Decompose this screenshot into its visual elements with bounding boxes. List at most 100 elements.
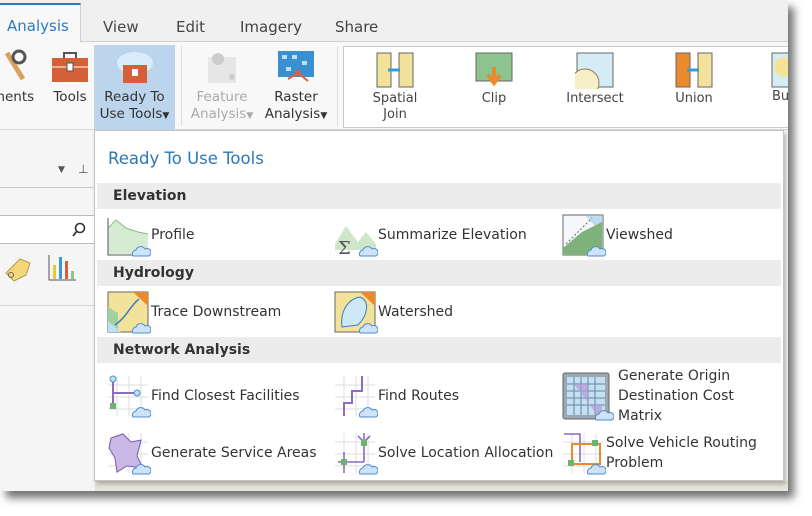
dropdown-arrow-icon: ▼ (246, 111, 254, 121)
tools-gallery: Spatial Join Clip Intersect Union Bu (343, 46, 788, 128)
environments-label: ments (0, 89, 35, 105)
toolbox-icon (52, 52, 88, 82)
pane-header: ▼ ⊥ (0, 158, 95, 188)
map-view[interactable] (95, 481, 788, 491)
spatial-join-icon (376, 52, 414, 88)
tool-profile[interactable]: Profile (107, 212, 332, 258)
tool-solve-vehicle-routing-problem[interactable]: Solve Vehicle Routing Problem (562, 430, 782, 476)
tag-icon[interactable] (2, 253, 32, 283)
summarize-elevation-icon: Σ (334, 214, 378, 259)
tool-label: Generate Service Areas (151, 445, 317, 461)
tool-trace-downstream[interactable]: Trace Downstream (107, 289, 332, 335)
search-icon[interactable] (72, 222, 86, 237)
cloud-icon (358, 246, 378, 257)
tools-label: Tools (53, 89, 87, 105)
tool-viewshed[interactable]: Viewshed (562, 212, 787, 258)
union-label: Union (675, 91, 713, 106)
tool-generate-service-areas[interactable]: Generate Service Areas (107, 430, 332, 476)
ready-to-use-tools-button[interactable]: Ready To Use Tools▼ (94, 45, 175, 130)
raster-analysis-button[interactable]: Raster Analysis▼ (260, 45, 332, 125)
cloud-icon (131, 323, 151, 334)
tab-share[interactable]: Share (335, 18, 378, 36)
tools-button[interactable]: Tools (48, 45, 92, 106)
tool-label: Watershed (378, 304, 454, 320)
tool-label: Find Closest Facilities (151, 388, 300, 404)
tool-label: Generate Origin Destination Cost Matrix (618, 368, 734, 424)
dropdown-arrow-icon: ▼ (320, 111, 328, 121)
od-cost-matrix-icon (562, 372, 614, 421)
pane-menu-arrow-icon[interactable]: ▼ (58, 165, 65, 175)
buffer-button[interactable]: Bu (764, 51, 788, 105)
wrench-icon (4, 49, 27, 81)
cloud-icon (358, 464, 378, 475)
search-input[interactable] (0, 215, 95, 244)
tool-find-routes[interactable]: Find Routes (334, 373, 559, 419)
trace-downstream-icon (107, 291, 151, 334)
tool-solve-location-allocation[interactable]: Solve Location Allocation (334, 430, 559, 476)
cloud-icon (131, 407, 151, 418)
tool-generate-od-cost-matrix[interactable]: Generate Origin Destination Cost Matrix (562, 368, 782, 424)
cloud-icon (586, 464, 606, 475)
spatial-join-label-1: Spatial (372, 91, 418, 106)
feature-analysis-icon (208, 53, 236, 83)
chart-icon[interactable] (47, 253, 77, 283)
cloud-icon (594, 410, 614, 421)
tab-analysis[interactable]: Analysis (0, 3, 81, 43)
spatial-join-label-2: Join (383, 107, 407, 122)
intersect-icon (575, 52, 614, 89)
clip-button[interactable]: Clip (464, 51, 524, 107)
tool-label: Solve Vehicle Routing Problem (606, 435, 757, 471)
app-window: Analysis View Edit Imagery Share ments T… (0, 0, 788, 491)
buffer-label: Bu (772, 89, 788, 104)
tab-imagery[interactable]: Imagery (240, 18, 302, 36)
feature-analysis-label-2: Analysis (190, 106, 247, 122)
cloud-icon (131, 246, 151, 257)
ready-to-use-label-2: Use Tools (99, 106, 163, 122)
raster-analysis-label-1: Raster (274, 89, 318, 105)
tab-view[interactable]: View (103, 18, 139, 36)
tool-summarize-elevation[interactable]: Σ Summarize Elevation (334, 212, 559, 259)
ready-to-use-label-1: Ready To (104, 89, 165, 105)
section-header-network-analysis: Network Analysis (97, 337, 781, 363)
clip-label: Clip (481, 91, 507, 106)
union-icon (675, 52, 713, 88)
tool-label: Solve Location Allocation (378, 445, 554, 461)
tool-label: Viewshed (606, 227, 673, 243)
tool-find-closest-facilities[interactable]: Find Closest Facilities (107, 373, 332, 419)
service-areas-icon (107, 432, 151, 475)
svg-text:Σ: Σ (338, 238, 351, 256)
tool-label: Trace Downstream (151, 304, 282, 320)
dropdown-arrow-icon: ▼ (162, 111, 170, 121)
feature-analysis-button[interactable]: Feature Analysis▼ (188, 45, 256, 125)
dropdown-title: Ready To Use Tools (108, 149, 264, 168)
clip-icon (475, 52, 513, 87)
section-header-elevation: Elevation (97, 183, 781, 209)
intersect-button[interactable]: Intersect (564, 51, 626, 107)
vehicle-routing-icon (562, 432, 606, 475)
tool-label: Profile (151, 227, 195, 243)
ready-to-use-tools-dropdown: Ready To Use Tools Elevation Profile Σ S… (94, 130, 784, 481)
union-button[interactable]: Union (664, 51, 724, 107)
cloud-icon (358, 407, 378, 418)
environments-button[interactable]: ments (0, 45, 44, 106)
find-closest-facilities-icon (107, 375, 151, 418)
spatial-join-button[interactable]: Spatial Join (364, 51, 426, 123)
profile-icon (107, 214, 151, 257)
tool-watershed[interactable]: Watershed (334, 289, 559, 335)
watershed-icon (334, 291, 378, 334)
cloud-icon (586, 246, 606, 257)
cloud-icon (358, 323, 378, 334)
divider (0, 305, 95, 306)
raster-analysis-icon (278, 51, 314, 82)
cloud-toolbox-icon (116, 52, 153, 83)
pin-icon[interactable]: ⊥ (78, 162, 88, 176)
tool-label: Summarize Elevation (378, 227, 527, 243)
tool-label: Find Routes (378, 388, 460, 404)
tab-edit[interactable]: Edit (176, 18, 205, 36)
intersect-label: Intersect (566, 91, 624, 106)
divider (181, 46, 182, 126)
cloud-icon (131, 464, 151, 475)
divider (337, 46, 338, 126)
ribbon-tabs: Analysis View Edit Imagery Share (0, 0, 788, 43)
section-header-hydrology: Hydrology (97, 260, 781, 286)
